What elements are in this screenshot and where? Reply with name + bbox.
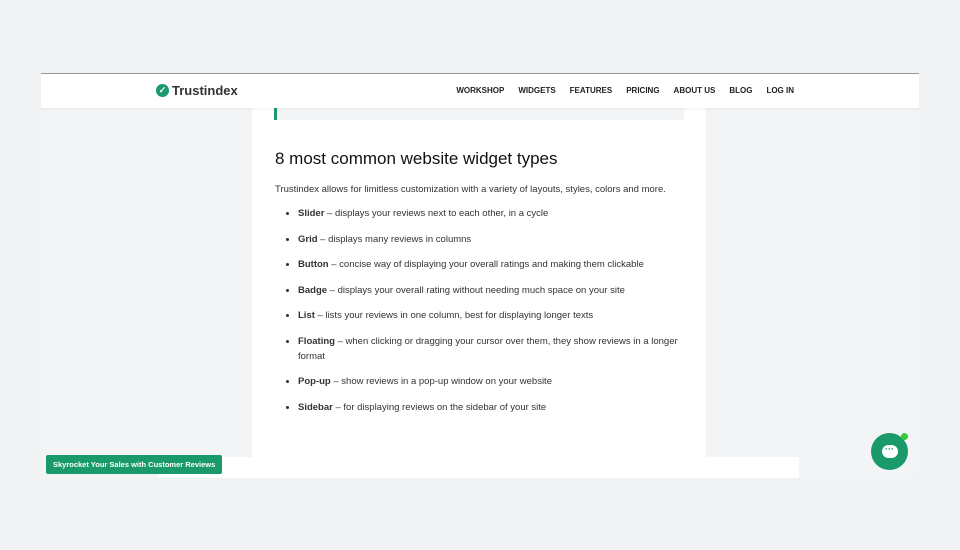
check-icon: ✓ [156, 84, 169, 97]
nav-workshop[interactable]: WORKSHOP [456, 86, 504, 95]
brand-name: Trustindex [172, 83, 238, 98]
list-item: Sidebar – for displaying reviews on the … [298, 400, 688, 415]
list-item: Floating – when clicking or dragging you… [298, 334, 688, 364]
chat-bubble-icon: ··· [881, 445, 898, 458]
item-desc: – displays many reviews in columns [317, 233, 472, 245]
nav-log-in[interactable]: LOG IN [766, 86, 794, 95]
chat-button[interactable]: ··· [871, 433, 908, 470]
item-desc: – displays your reviews next to each oth… [324, 208, 549, 219]
list-item: Slider – displays your reviews next to e… [298, 206, 688, 221]
item-desc: – lists your reviews in one column, best… [314, 310, 594, 321]
nav-pricing[interactable]: PRICING [626, 86, 659, 95]
nav-features[interactable]: FEATURES [570, 86, 613, 95]
item-desc: – show reviews in a pop-up window on you… [330, 376, 552, 387]
nav-widgets[interactable]: WIDGETS [518, 86, 555, 95]
bottom-bar [159, 457, 799, 478]
item-desc: – concise way of displaying your overall… [328, 259, 644, 270]
item-term: Button [298, 259, 329, 270]
item-term: Slider [298, 208, 325, 219]
item-term: Sidebar [298, 401, 333, 413]
item-term: List [298, 310, 315, 321]
item-term: Badge [298, 284, 328, 296]
item-desc: – when clicking or dragging your cursor … [298, 335, 678, 362]
cta-button[interactable]: Skyrocket Your Sales with Customer Revie… [46, 455, 223, 474]
section-heading: 8 most common website widget types [275, 149, 558, 168]
widget-type-list: Slider – displays your reviews next to e… [275, 206, 688, 425]
item-term: Floating [298, 335, 335, 347]
list-item: Pop-up – show reviews in a pop-up window… [298, 374, 688, 389]
item-term: Grid [298, 233, 318, 245]
item-desc: – displays your overall rating without n… [327, 284, 625, 296]
brand-logo[interactable]: ✓ Trustindex [156, 83, 238, 98]
list-item: Grid – displays many reviews in columns [298, 232, 688, 247]
online-indicator [901, 433, 908, 440]
intro-text: Trustindex allows for limitless customiz… [275, 184, 666, 195]
item-desc: – for displaying reviews on the sidebar … [332, 401, 547, 413]
list-item: List – lists your reviews in one column,… [298, 308, 688, 323]
nav-about-us[interactable]: ABOUT US [674, 86, 716, 95]
browser-viewport: ✓ Trustindex WORKSHOP WIDGETS FEATURES PR… [41, 73, 919, 478]
top-nav: ✓ Trustindex WORKSHOP WIDGETS FEATURES PR… [41, 74, 919, 108]
item-term: Pop-up [298, 376, 331, 387]
list-item: Button – concise way of displaying your … [298, 257, 688, 272]
list-item: Badge – displays your overall rating wit… [298, 283, 688, 298]
article-body: 8 most common website widget types Trust… [252, 108, 706, 478]
blockquote [274, 108, 684, 120]
nav-blog[interactable]: BLOG [729, 86, 752, 95]
